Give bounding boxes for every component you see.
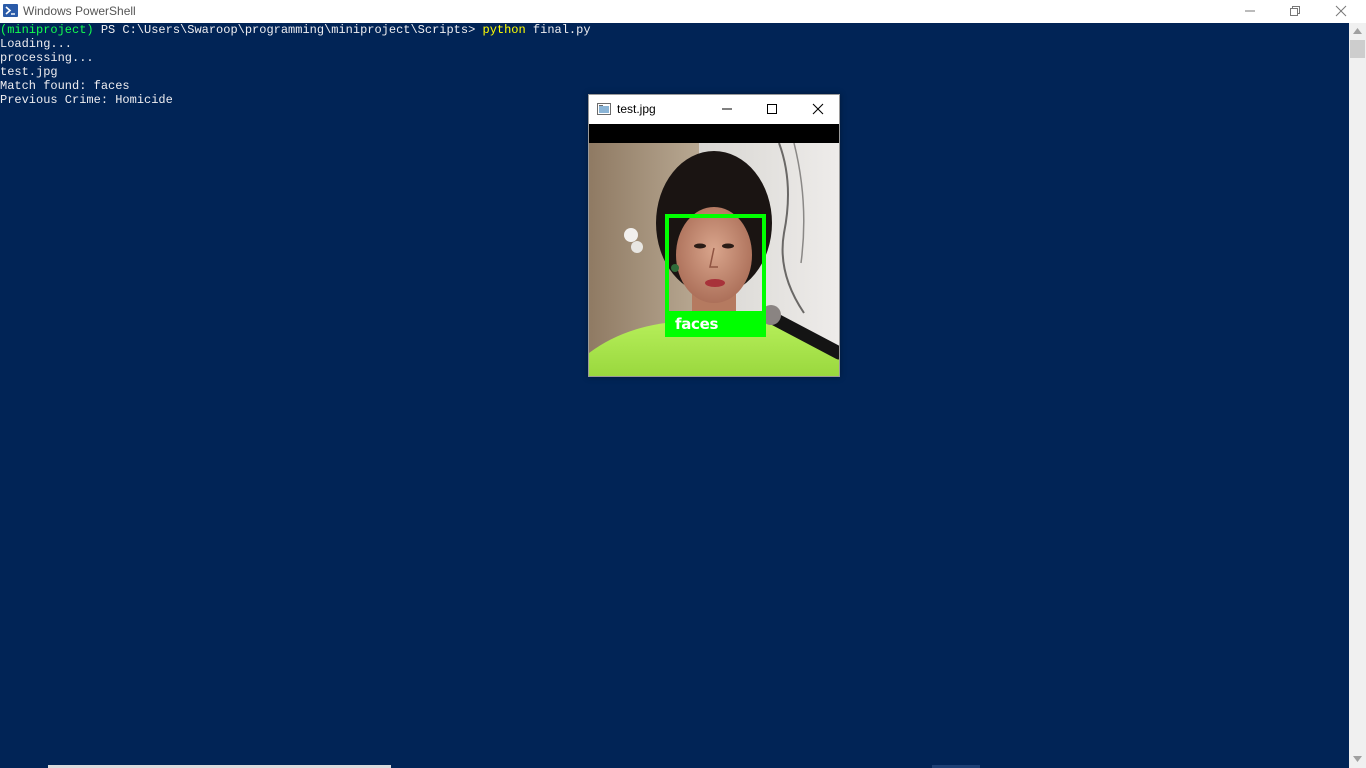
minimize-icon <box>722 108 732 110</box>
photo: faces <box>589 143 839 376</box>
output-line: test.jpg <box>0 65 58 79</box>
face-label-bar: faces <box>665 313 766 337</box>
output-line: processing... <box>0 51 94 65</box>
scroll-down-icon[interactable] <box>1353 756 1362 762</box>
close-button[interactable] <box>1318 0 1364 23</box>
powershell-titlebar[interactable]: Windows PowerShell <box>0 0 1366 23</box>
vertical-scrollbar[interactable] <box>1349 23 1366 768</box>
output-line: Match found: faces <box>0 79 130 93</box>
viewer-maximize-button[interactable] <box>762 101 782 117</box>
viewer-titlebar[interactable]: test.jpg <box>589 95 839 124</box>
close-icon <box>812 103 824 115</box>
viewer-minimize-button[interactable] <box>717 101 737 117</box>
viewer-title: test.jpg <box>617 102 656 116</box>
prompt-path: PS C:\Users\Swaroop\programming\miniproj… <box>93 23 483 37</box>
prompt-line: (miniproject) PS C:\Users\Swaroop\progra… <box>0 23 591 37</box>
minimize-button[interactable] <box>1227 0 1273 23</box>
detection-label: faces <box>675 315 719 333</box>
powershell-icon <box>3 4 18 17</box>
window-title: Windows PowerShell <box>23 4 136 18</box>
output-line: Previous Crime: Homicide <box>0 93 173 107</box>
restore-icon <box>1290 6 1300 16</box>
scrollbar-thumb[interactable] <box>1350 40 1365 58</box>
scroll-up-icon[interactable] <box>1353 28 1362 34</box>
prompt-env: (miniproject) <box>0 23 94 37</box>
image-viewer-window[interactable]: test.jpg faces <box>588 94 840 377</box>
output-line: Loading... <box>0 37 73 51</box>
image-window-icon <box>597 103 611 115</box>
image-canvas: faces <box>589 124 839 376</box>
viewer-close-button[interactable] <box>808 101 828 117</box>
command-args: final.py <box>525 23 591 37</box>
restore-button[interactable] <box>1272 0 1318 23</box>
minimize-icon <box>1245 10 1255 12</box>
close-icon <box>1335 5 1347 17</box>
maximize-icon <box>767 104 777 114</box>
face-detection-box <box>665 214 766 315</box>
command-name: python <box>482 23 526 37</box>
